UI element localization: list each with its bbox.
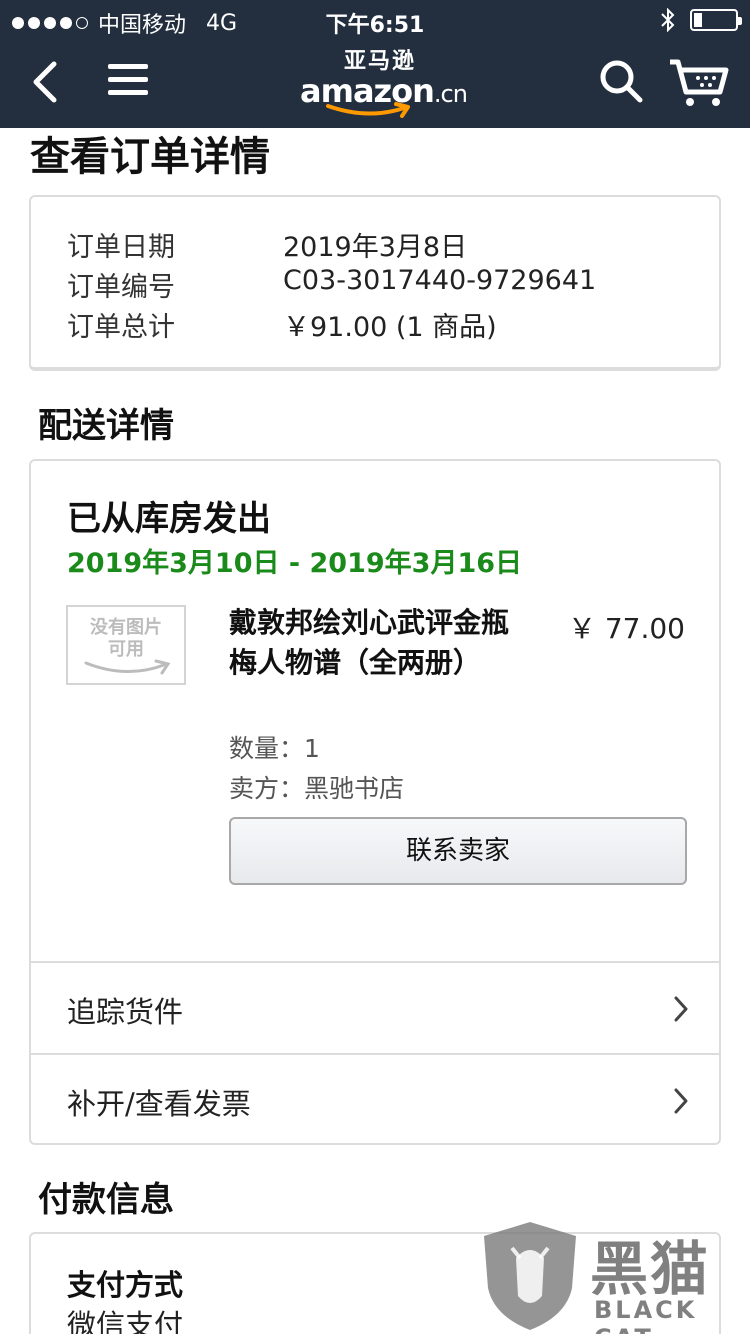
payment-method-value: 微信支付 [67, 1308, 184, 1334]
track-package-label: 追踪货件 [67, 995, 184, 1029]
chevron-right-icon [674, 1088, 688, 1114]
smile-arrow-icon [326, 102, 410, 118]
order-total-row: 订单总计 ￥91.00 (1 商品) [67, 305, 497, 344]
order-summary-card: 订单日期 2019年3月8日 订单编号 C03-3017440-9729641 … [29, 195, 721, 371]
search-icon[interactable] [598, 58, 644, 104]
watermark-en: BLACK CAT [594, 1296, 698, 1334]
nav-bar: 亚马逊 amazon.cn [0, 40, 750, 128]
page-title: 查看订单详情 [30, 134, 270, 180]
status-right [660, 8, 742, 32]
order-number-row: 订单编号 C03-3017440-9729641 [67, 265, 596, 304]
status-bar: 中国移动 4G 下午6:51 [0, 0, 750, 40]
cat-shield-icon [484, 1222, 576, 1330]
payment-method-label: 支付方式 [67, 1268, 184, 1302]
chevron-right-icon [674, 996, 688, 1022]
delivery-section-title: 配送详情 [38, 406, 174, 446]
delivery-date-range: 2019年3月10日 - 2019年3月16日 [67, 548, 523, 579]
watermark-cn: 黑猫 [590, 1235, 711, 1303]
order-number-label: 订单编号 [67, 272, 175, 303]
placeholder-smile-icon [84, 659, 171, 675]
product-quantity: 数量：1 [229, 734, 320, 763]
invoice-label: 补开/查看发票 [67, 1087, 251, 1121]
order-date-value: 2019年3月8日 [283, 232, 468, 263]
placeholder-text-1: 没有图片 [90, 617, 162, 638]
delivery-card: 已从库房发出 2019年3月10日 - 2019年3月16日 没有图片 可用 戴… [29, 459, 721, 1145]
order-total-label: 订单总计 [67, 312, 175, 343]
order-date-label: 订单日期 [67, 232, 175, 263]
logo-cn: 亚马逊 [343, 49, 416, 74]
cart-icon[interactable] [668, 56, 730, 108]
back-icon[interactable] [26, 58, 66, 106]
product-price: ￥ 77.00 [567, 612, 685, 645]
product-image-placeholder[interactable]: 没有图片 可用 [66, 605, 186, 685]
battery-icon [690, 9, 742, 31]
clock: 下午6:51 [325, 13, 425, 38]
bluetooth-icon [661, 8, 675, 32]
shipment-status: 已从库房发出 [67, 499, 271, 539]
invoice-row[interactable]: 补开/查看发票 [31, 1053, 719, 1145]
order-date-row: 订单日期 2019年3月8日 [67, 225, 467, 264]
contact-seller-button[interactable]: 联系卖家 [229, 817, 687, 885]
product-title-link[interactable]: 戴敦邦绘刘心武评金瓶梅人物谱（全两册） [229, 603, 519, 683]
payment-section-title: 付款信息 [38, 1180, 174, 1220]
order-number-value: C03-3017440-9729641 [283, 265, 597, 296]
product-seller: 卖方：黑驰书店 [229, 774, 405, 803]
black-cat-watermark: 黑猫 BLACK CAT [478, 1218, 750, 1334]
menu-icon[interactable] [108, 64, 148, 100]
track-package-row[interactable]: 追踪货件 [31, 961, 719, 1053]
amazon-logo[interactable]: 亚马逊 amazon.cn [300, 49, 468, 120]
order-total-value: ￥91.00 (1 商品) [283, 312, 497, 343]
